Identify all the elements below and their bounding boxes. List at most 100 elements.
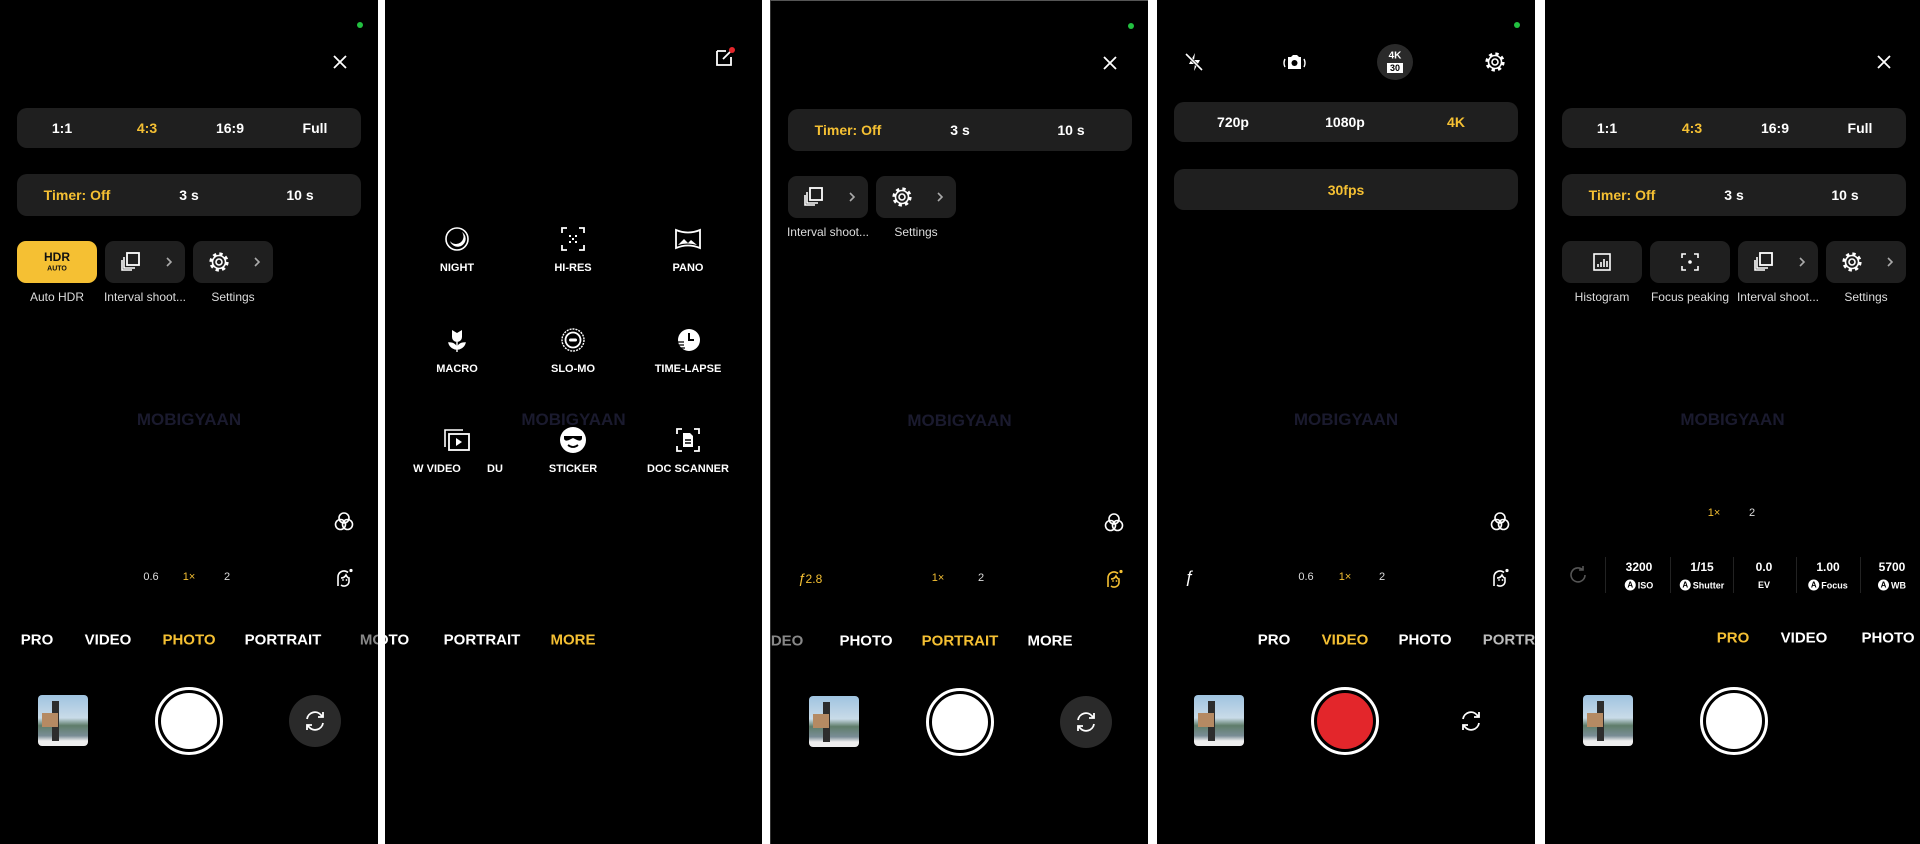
zoom-1x[interactable]: 1× [1708, 507, 1721, 519]
mode-portrait[interactable]: PORTRAIT [245, 632, 322, 649]
mode-more[interactable]: MO [360, 632, 378, 649]
mode-night-label[interactable]: NIGHT [440, 262, 474, 274]
mode-time-lapse-label[interactable]: TIME-LAPSE [655, 363, 722, 375]
mode-pano-label[interactable]: PANO [673, 262, 704, 274]
zoom-2x[interactable]: 2 [1749, 507, 1755, 519]
interval-shooting-button[interactable] [1738, 241, 1818, 283]
resolution-1080p[interactable]: 1080p [1325, 114, 1365, 130]
mode-pro[interactable]: PRO [1258, 632, 1291, 649]
auto-hdr-button[interactable]: HDR AUTO [17, 241, 97, 283]
shutter-label-group: A Shutter [1679, 579, 1724, 591]
record-button[interactable] [1311, 687, 1379, 755]
zoom-2x[interactable]: 2 [224, 571, 230, 583]
resolution-4k[interactable]: 4K [1447, 114, 1465, 130]
flip-camera-button[interactable] [289, 695, 341, 747]
mode-partial-label[interactable]: DU [487, 463, 503, 475]
close-icon[interactable] [1874, 52, 1894, 72]
aspect-option-4-3[interactable]: 4:3 [137, 120, 157, 136]
settings-button[interactable] [1826, 241, 1906, 283]
mode-video[interactable]: VIDEO [1322, 632, 1369, 649]
aspect-option-1-1[interactable]: 1:1 [1597, 120, 1617, 136]
histogram-button[interactable] [1562, 241, 1642, 283]
gallery-thumbnail[interactable] [1583, 695, 1633, 746]
filter-icon[interactable] [1488, 510, 1512, 534]
aperture-button[interactable]: ƒ2.8 [798, 570, 822, 586]
mode-portrait[interactable]: PORTR [1483, 632, 1535, 649]
mode-video[interactable]: VIDEO [85, 632, 132, 649]
zoom-0-6[interactable]: 0.6 [143, 571, 158, 583]
timer-10s-option[interactable]: 10 s [1057, 122, 1084, 138]
aspect-option-full[interactable]: Full [1848, 120, 1873, 136]
mode-photo[interactable]: PHOTO [1861, 630, 1914, 647]
close-icon[interactable] [330, 52, 350, 72]
edit-icon[interactable] [714, 46, 736, 68]
mode-hi-res-label[interactable]: HI-RES [554, 262, 591, 274]
mode-portrait[interactable]: PORTRAIT [922, 633, 999, 650]
flash-off-icon[interactable] [1183, 51, 1205, 73]
filter-icon[interactable] [1102, 511, 1126, 535]
gallery-thumbnail[interactable] [38, 695, 88, 746]
timer-off-option[interactable]: Timer: Off [815, 122, 882, 138]
settings-button[interactable] [193, 241, 273, 283]
zoom-1x[interactable]: 1× [183, 571, 196, 583]
mode-more[interactable]: MORE [1028, 633, 1073, 650]
shutter-button[interactable] [1700, 687, 1768, 755]
fps-30[interactable]: 30fps [1328, 182, 1365, 198]
mode-video[interactable]: VIDEO [1781, 630, 1828, 647]
zoom-2x[interactable]: 2 [1379, 571, 1385, 583]
aspect-option-4-3[interactable]: 4:3 [1682, 120, 1702, 136]
gallery-thumbnail[interactable] [1194, 695, 1244, 746]
interval-shooting-button[interactable] [788, 176, 868, 218]
timer-10s-option[interactable]: 10 s [286, 187, 313, 203]
timer-10s-option[interactable]: 10 s [1831, 187, 1858, 203]
mode-portrait[interactable]: PORTRAIT [444, 632, 521, 649]
mode-video[interactable]: IDEO [771, 633, 803, 650]
zoom-1x[interactable]: 1× [932, 572, 945, 584]
zoom-1x[interactable]: 1× [1339, 571, 1352, 583]
timer-off-option[interactable]: Timer: Off [1589, 187, 1656, 203]
focus-peaking-button[interactable] [1650, 241, 1730, 283]
close-icon[interactable] [1100, 53, 1120, 73]
mode-photo[interactable]: OTO [385, 632, 409, 649]
aperture-button[interactable]: ƒ [1184, 567, 1193, 587]
reset-icon[interactable] [1568, 565, 1588, 585]
mode-photo[interactable]: PHOTO [162, 632, 215, 649]
gear-icon[interactable] [1483, 50, 1507, 74]
mode-pro[interactable]: PRO [21, 632, 54, 649]
timer-3s-option[interactable]: 3 s [950, 122, 969, 138]
timer-off-option[interactable]: Timer: Off [44, 187, 111, 203]
gallery-thumbnail[interactable] [809, 696, 859, 747]
mode-pro[interactable]: PRO [1717, 630, 1750, 647]
interval-shooting-label: Interval shoot... [103, 290, 187, 304]
settings-button[interactable] [876, 176, 956, 218]
mode-video-label[interactable]: W VIDEO [413, 463, 461, 475]
mode-sticker-label[interactable]: STICKER [549, 463, 597, 475]
aspect-option-1-1[interactable]: 1:1 [52, 120, 72, 136]
mode-macro-label[interactable]: MACRO [436, 363, 478, 375]
interval-shooting-button[interactable] [105, 241, 185, 283]
flip-camera-button[interactable] [1060, 696, 1112, 748]
filter-icon[interactable] [332, 510, 356, 534]
aspect-option-full[interactable]: Full [303, 120, 328, 136]
zoom-0-6[interactable]: 0.6 [1298, 571, 1313, 583]
mode-slo-mo-label[interactable]: SLO-MO [551, 363, 595, 375]
stabilization-icon[interactable] [1281, 51, 1307, 73]
resolution-fps-button[interactable]: 4K 30 [1377, 44, 1413, 80]
mode-doc-scanner-label[interactable]: DOC SCANNER [647, 463, 729, 475]
portrait-beauty-icon[interactable] [332, 566, 356, 590]
flip-camera-button[interactable] [1445, 695, 1497, 747]
zoom-2x[interactable]: 2 [978, 572, 984, 584]
shutter-button[interactable] [155, 687, 223, 755]
shutter-button[interactable] [926, 688, 994, 756]
portrait-beauty-icon[interactable] [1102, 567, 1126, 591]
timer-3s-option[interactable]: 3 s [1724, 187, 1743, 203]
mode-photo[interactable]: PHOTO [1398, 632, 1451, 649]
timer-3s-option[interactable]: 3 s [179, 187, 198, 203]
mode-more[interactable]: MORE [551, 632, 596, 649]
portrait-beauty-icon[interactable] [1488, 566, 1512, 590]
aspect-option-16-9[interactable]: 16:9 [1761, 120, 1789, 136]
mode-photo[interactable]: PHOTO [839, 633, 892, 650]
aspect-option-16-9[interactable]: 16:9 [216, 120, 244, 136]
resolution-720p[interactable]: 720p [1217, 114, 1249, 130]
resolution-badge: 4K [1388, 50, 1402, 62]
